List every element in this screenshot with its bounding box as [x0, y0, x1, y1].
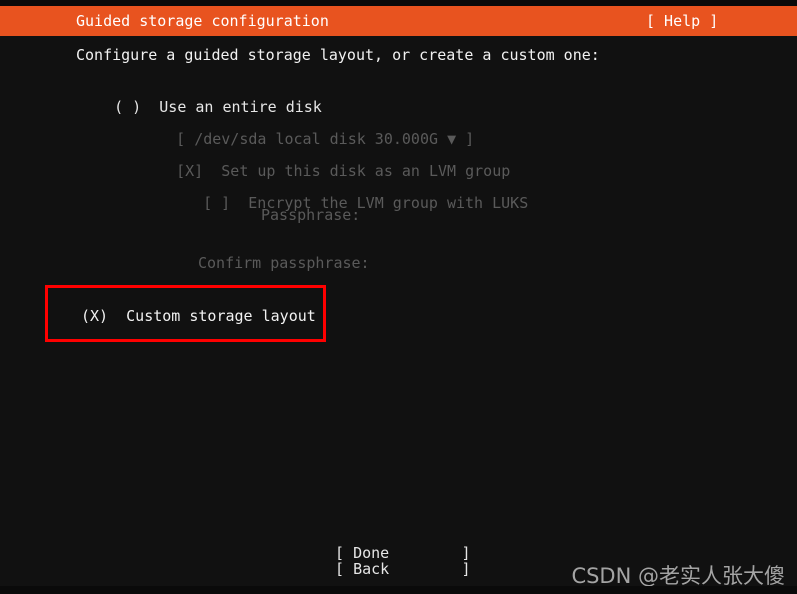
passphrase-label: Passphrase: — [261, 206, 361, 224]
installer-screen: Guided storage configuration [ Help ] Co… — [0, 0, 797, 594]
back-label: Back — [353, 560, 390, 578]
instruction-text: Configure a guided storage layout, or cr… — [76, 46, 600, 64]
custom-layout-label: Custom storage layout — [126, 307, 316, 325]
back-open-bracket: [ — [335, 560, 345, 578]
bottom-letterbox-strip — [0, 586, 797, 594]
luks-checkbox-box[interactable]: [ ] — [203, 194, 230, 212]
confirm-passphrase-label: Confirm passphrase: — [198, 254, 370, 272]
back-close-bracket: ] — [461, 560, 471, 578]
custom-storage-layout-option[interactable]: (X) Custom storage layout — [45, 285, 326, 342]
entire-disk-radio[interactable]: ( ) — [114, 98, 141, 116]
back-button[interactable]: [ Back ] — [335, 559, 470, 579]
custom-layout-radio[interactable]: (X) — [81, 307, 108, 325]
help-button[interactable]: [ Help ] — [646, 6, 718, 36]
page-title: Guided storage configuration — [76, 12, 329, 30]
header-bar: Guided storage configuration [ Help ] — [0, 6, 797, 36]
custom-layout-row[interactable]: (X) Custom storage layout — [81, 306, 316, 326]
